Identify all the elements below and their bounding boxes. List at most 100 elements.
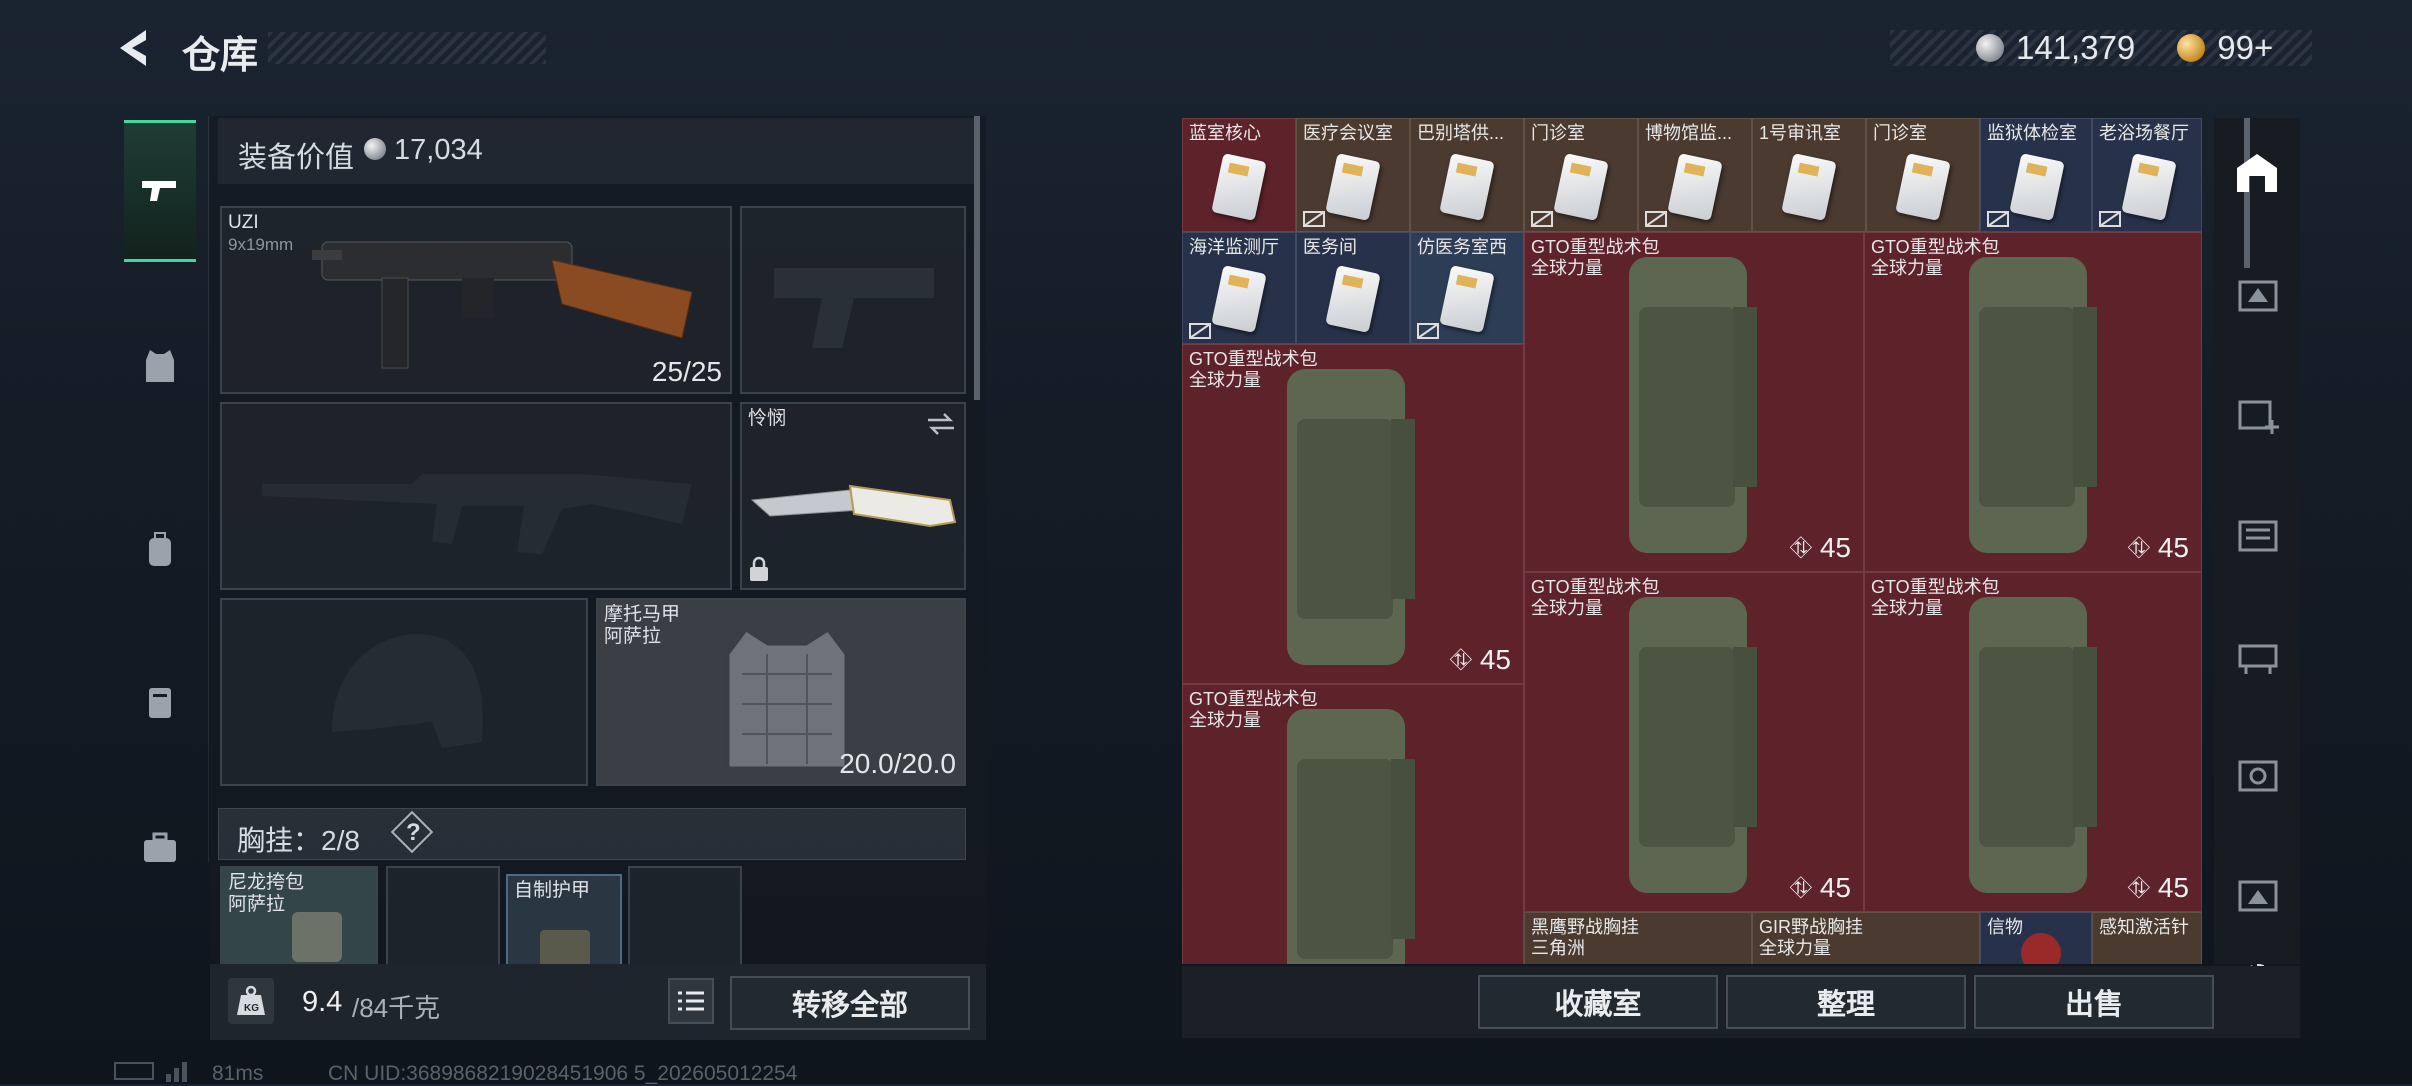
- keycard-image: [1439, 265, 1495, 333]
- token-image: [2021, 933, 2061, 964]
- equipment-value-bar: 装备价值 17,034: [218, 118, 976, 184]
- backpack-weight: ⛗ 45: [2127, 872, 2189, 903]
- tab-weapons[interactable]: [124, 120, 196, 262]
- scrollbar[interactable]: [974, 116, 980, 400]
- pouch-name: 尼龙挎包: [228, 872, 305, 893]
- tier-4-cabinet-icon[interactable]: [2232, 508, 2282, 558]
- keycard-image: [1781, 153, 1837, 221]
- secondary-weapon-slot[interactable]: [220, 402, 732, 590]
- backpack-weight: ⛗ 45: [1449, 644, 1511, 675]
- pouch-brand: 阿萨拉: [228, 894, 286, 915]
- keycard-item[interactable]: 仿医务室西: [1410, 232, 1524, 344]
- knife-image: [750, 484, 957, 528]
- backpack-item[interactable]: GTO重型战术包 全球力量 ⛗ 45: [1524, 572, 1864, 912]
- backpack-weight: ⛗ 45: [1789, 532, 1851, 563]
- tier-3-storage-icon[interactable]: [2232, 268, 2282, 318]
- backpack-item[interactable]: GTO重型战术包 全球力量 ⛗ 45: [1182, 344, 1524, 684]
- backpack-weight: ⛗ 45: [2127, 532, 2189, 563]
- keycard-item[interactable]: 门诊室: [1866, 118, 1980, 232]
- keycard-image: [1439, 153, 1495, 221]
- pistol-slot[interactable]: [740, 206, 966, 394]
- chest-rig-item[interactable]: GIR野战胸挂 全球力量: [1752, 912, 1980, 964]
- tier-5-safe-icon[interactable]: [2232, 748, 2282, 798]
- chest-rig-item[interactable]: 黑鹰野战胸挂 三角洲: [1524, 912, 1752, 964]
- transfer-all-button[interactable]: 转移全部: [730, 976, 970, 1030]
- pouch-slot-1[interactable]: 尼龙挎包 阿萨拉: [220, 866, 378, 966]
- gold-coin-icon: [2177, 34, 2206, 62]
- keycard-item[interactable]: 老浴场餐厅: [2092, 118, 2202, 232]
- keycard-item[interactable]: 门诊室: [1524, 118, 1638, 232]
- tab-toolbox[interactable]: [124, 780, 196, 916]
- case-icon: [149, 688, 171, 718]
- weapon-name: UZI: [228, 212, 259, 233]
- gold-amount[interactable]: 99+: [2217, 29, 2273, 67]
- vest-image: [726, 627, 848, 770]
- keycard-item[interactable]: 博物馆监...: [1638, 118, 1752, 232]
- backpack-image: [1629, 597, 1757, 893]
- backpack-item[interactable]: GTO重型战术包 全球力量 ⛗ 45: [1864, 232, 2202, 572]
- equipment-tabs: [112, 116, 209, 862]
- backpack-item[interactable]: GTO重型战术包 全球力量 ⛗ 45: [1864, 572, 2202, 912]
- page-title: 仓库: [182, 35, 259, 77]
- armor-plate-image: [540, 930, 590, 968]
- keycard-item[interactable]: 医务间: [1296, 232, 1410, 344]
- no-insure-icon: [1417, 323, 1439, 339]
- silver-amount: 141,379: [2016, 29, 2136, 66]
- lock-icon: [750, 556, 768, 581]
- back-arrow-icon[interactable]: [112, 26, 156, 70]
- svg-text:KG: KG: [244, 1003, 259, 1014]
- token-item[interactable]: 信物: [1980, 912, 2092, 964]
- backpack-icon: [149, 532, 171, 566]
- keycard-image: [1325, 265, 1381, 333]
- primary-weapon-slot[interactable]: UZI 9x19mm 25/25: [220, 206, 732, 394]
- keycard-item[interactable]: 海洋监测厅: [1182, 232, 1296, 344]
- storage-icon[interactable]: [2232, 148, 2282, 198]
- backpack-item[interactable]: GTO重型战术包 全球力量 ⛗ 45: [1524, 232, 1864, 572]
- weight-icon: KG: [228, 978, 274, 1024]
- backpack-item[interactable]: GTO重型战术包 全球力量: [1182, 684, 1524, 964]
- help-mark[interactable]: ?: [406, 819, 421, 847]
- sell-button[interactable]: 出售: [1974, 975, 2214, 1029]
- injector-item[interactable]: 感知激活针: [2092, 912, 2202, 964]
- helmet-slot[interactable]: [220, 598, 588, 786]
- pouch-slot-4[interactable]: [628, 866, 742, 966]
- pistol-silhouette: [774, 268, 934, 348]
- backpack-image: [1287, 709, 1415, 964]
- swap-icon[interactable]: [926, 412, 956, 436]
- keycard-item[interactable]: 巴别塔供...: [1410, 118, 1524, 232]
- melee-slot[interactable]: 怜悯: [740, 402, 966, 590]
- keycard-image: [2121, 153, 2177, 221]
- stash-grid: 蓝室核心 医疗会议室 巴别塔供... 门诊室 博物馆监... 1号审讯室 门诊室…: [1182, 118, 2202, 964]
- armor-slot[interactable]: 摩托马甲 阿萨拉 20.0/20.0: [596, 598, 966, 786]
- weight-current: 9.4: [302, 986, 343, 1018]
- pistol-icon: [142, 181, 176, 201]
- tab-vest[interactable]: [124, 298, 196, 434]
- pouch-slot-3[interactable]: 自制护甲: [506, 874, 622, 968]
- keycard-image: [1667, 153, 1723, 221]
- backpack-image: [1287, 369, 1415, 665]
- armor-name: 摩托马甲: [604, 604, 681, 625]
- list-view-button[interactable]: [668, 978, 714, 1024]
- keycard-image: [1211, 265, 1267, 333]
- battery-icon: [114, 1062, 154, 1080]
- tab-backpack[interactable]: [124, 482, 196, 618]
- currency-bar: 141,379 99+: [1890, 29, 2312, 67]
- backpack-image: [1629, 257, 1757, 553]
- tab-container[interactable]: [124, 634, 196, 770]
- pouch-slot-2[interactable]: [386, 866, 500, 966]
- keycard-item[interactable]: 监狱体检室: [1980, 118, 2092, 232]
- keycard-item[interactable]: 蓝室核心: [1182, 118, 1296, 232]
- sort-button[interactable]: 整理: [1726, 975, 1966, 1029]
- tier-3-container-icon[interactable]: [2232, 868, 2282, 918]
- keycard-image: [1553, 153, 1609, 221]
- tier-4-medical-icon[interactable]: [2232, 388, 2282, 438]
- keycard-item[interactable]: 1号审讯室: [1752, 118, 1866, 232]
- tier-3-workbench-icon[interactable]: [2232, 628, 2282, 678]
- equipment-value-label: 装备价值: [238, 142, 355, 174]
- keycard-image: [2009, 153, 2065, 221]
- no-insure-icon: [1189, 323, 1211, 339]
- silver-coin-icon: [364, 138, 386, 160]
- ammo-type: 9x19mm: [228, 235, 294, 254]
- keycard-item[interactable]: 医疗会议室: [1296, 118, 1410, 232]
- collection-room-button[interactable]: 收藏室: [1478, 975, 1718, 1029]
